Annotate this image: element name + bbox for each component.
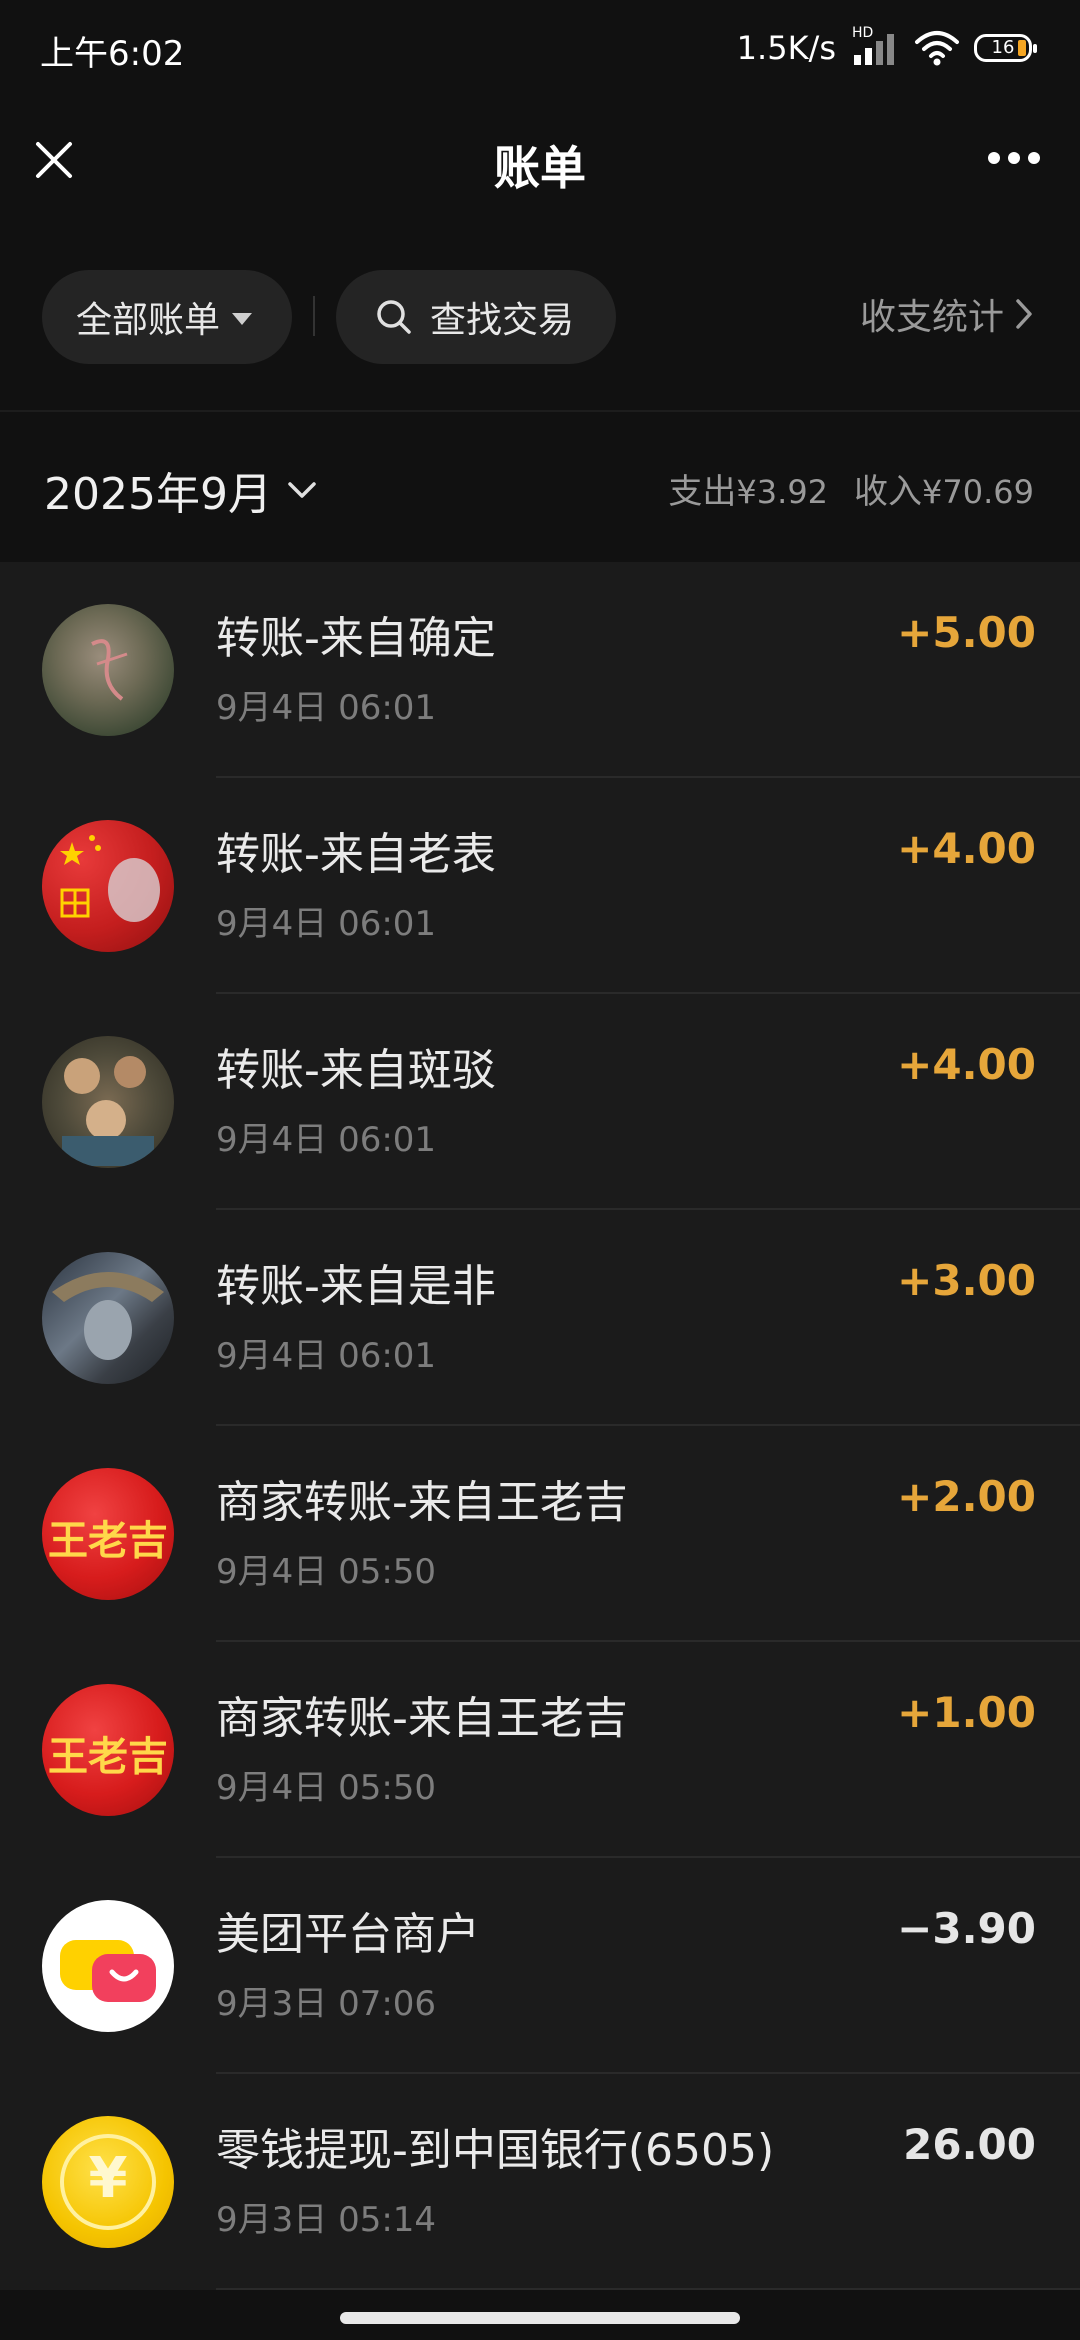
transaction-amount: +4.00 <box>897 1040 1036 1089</box>
chevron-down-icon <box>288 482 316 498</box>
battery-level: 16 <box>991 37 1015 58</box>
search-label: 查找交易 <box>430 300 575 341</box>
status-time: 上午6:02 <box>40 34 185 74</box>
search-icon <box>377 300 411 334</box>
transaction-row[interactable]: 王老吉 商家转账-来自王老吉 9月4日 05:50 +1.00 <box>0 1642 1080 1858</box>
transaction-list: 转账-来自确定 9月4日 06:01 +5.00 转账-来自老表 9月4日 06… <box>0 562 1080 2290</box>
avatar <box>42 1036 174 1168</box>
all-bills-label: 全部账单 <box>76 300 221 341</box>
income-label: 收入 <box>854 472 923 512</box>
income-expense-stats-link[interactable]: 收支统计 <box>860 288 1034 340</box>
transaction-amount: −3.90 <box>897 1904 1036 1953</box>
transaction-row[interactable]: 美团平台商户 9月3日 07:06 −3.90 <box>0 1858 1080 2074</box>
transaction-time: 9月4日 06:01 <box>216 904 437 944</box>
avatar-brand-text: 王老吉 <box>48 1517 168 1564</box>
page-title: 账单 <box>494 141 586 195</box>
signal-icon: HD <box>850 25 900 65</box>
transaction-time: 9月3日 05:14 <box>216 2200 437 2240</box>
transaction-time: 9月4日 05:50 <box>216 1552 437 1592</box>
transaction-title: 美团平台商户 <box>216 1909 480 1960</box>
transaction-title: 零钱提现-到中国银行(6505) <box>216 2125 775 2176</box>
month-header: 2025年9月 支出¥3.92 收入¥70.69 <box>0 410 1080 562</box>
transaction-title: 转账-来自是非 <box>216 1261 496 1312</box>
transaction-row[interactable]: 转账-来自是非 9月4日 06:01 +3.00 <box>0 1210 1080 1426</box>
month-summary: 支出¥3.92 收入¥70.69 <box>668 464 1034 513</box>
transaction-title: 商家转账-来自王老吉 <box>216 1477 628 1528</box>
avatar <box>42 1252 174 1384</box>
meituan-logo-icon <box>42 1900 174 2032</box>
more-icon[interactable] <box>986 148 1042 168</box>
income-value: ¥70.69 <box>922 473 1034 511</box>
stats-label: 收支统计 <box>859 297 1004 338</box>
avatar <box>42 820 174 952</box>
transaction-row[interactable]: 王老吉 商家转账-来自王老吉 9月4日 05:50 +2.00 <box>0 1426 1080 1642</box>
expense-value: ¥3.92 <box>736 473 829 511</box>
chevron-right-icon <box>1016 299 1032 329</box>
avatar-brand-text: 王老吉 <box>48 1733 168 1780</box>
transaction-title: 转账-来自斑驳 <box>216 1045 496 1096</box>
expense-label: 支出 <box>668 472 737 512</box>
divider <box>313 296 315 336</box>
transaction-amount: +1.00 <box>897 1688 1036 1737</box>
avatar: 王老吉 <box>42 1468 174 1600</box>
transaction-amount: +3.00 <box>897 1256 1036 1305</box>
month-label: 2025年9月 <box>44 469 272 520</box>
wifi-icon <box>915 31 959 66</box>
transaction-title: 商家转账-来自王老吉 <box>216 1693 628 1744</box>
transaction-row[interactable]: ¥ 零钱提现-到中国银行(6505) 9月3日 05:14 26.00 <box>0 2074 1080 2290</box>
transaction-row[interactable]: 转账-来自斑驳 9月4日 06:01 +4.00 <box>0 994 1080 1210</box>
filter-bar: 全部账单 查找交易 收支统计 <box>0 230 1080 410</box>
top-nav: 账单 <box>0 100 1080 230</box>
yen-coin-icon: ¥ <box>42 2116 174 2248</box>
transaction-row[interactable]: 转账-来自老表 9月4日 06:01 +4.00 <box>0 778 1080 994</box>
transaction-time: 9月4日 06:01 <box>216 1336 437 1376</box>
transaction-amount: +5.00 <box>897 608 1036 657</box>
status-icons: 1.5K/s HD 16 <box>736 25 1037 70</box>
transaction-time: 9月3日 07:06 <box>216 1984 437 2024</box>
transaction-time: 9月4日 05:50 <box>216 1768 437 1808</box>
avatar: 王老吉 <box>42 1684 174 1816</box>
home-indicator[interactable] <box>340 2312 740 2324</box>
status-bar: 上午6:02 1.5K/s HD 16 <box>0 0 1080 100</box>
all-bills-dropdown[interactable]: 全部账单 <box>42 270 292 364</box>
search-transactions-button[interactable]: 查找交易 <box>336 270 616 364</box>
transaction-row[interactable]: 转账-来自确定 9月4日 06:01 +5.00 <box>0 562 1080 778</box>
transaction-time: 9月4日 06:01 <box>216 688 437 728</box>
caret-down-icon <box>232 313 253 325</box>
battery-icon: 16 <box>974 34 1037 62</box>
yen-symbol: ¥ <box>88 2146 128 2211</box>
month-selector[interactable]: 2025年9月 <box>44 458 318 522</box>
transaction-title: 转账-来自确定 <box>216 613 496 664</box>
transaction-amount: +4.00 <box>897 824 1036 873</box>
avatar <box>42 604 174 736</box>
transaction-time: 9月4日 06:01 <box>216 1120 437 1160</box>
transaction-title: 转账-来自老表 <box>216 829 496 880</box>
network-speed: 1.5K/s <box>736 29 836 67</box>
transaction-amount: 26.00 <box>903 2120 1036 2169</box>
transaction-amount: +2.00 <box>897 1472 1036 1521</box>
